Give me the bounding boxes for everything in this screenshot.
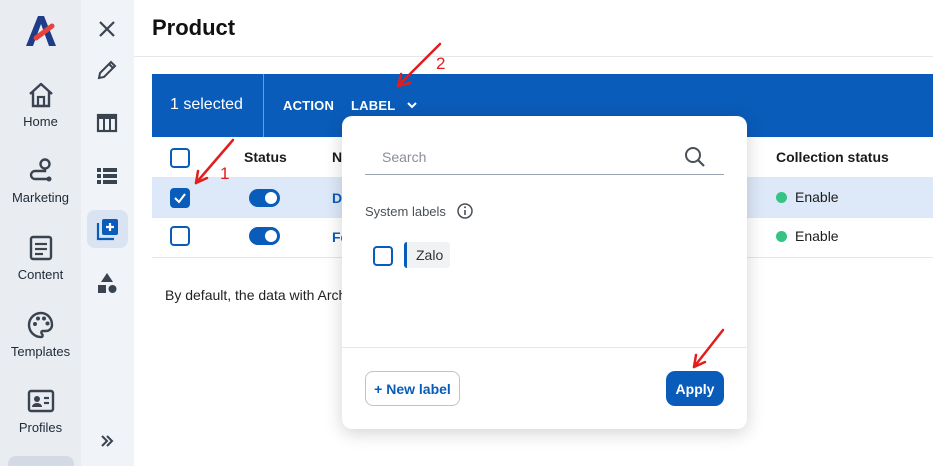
status-dot-icon [776, 192, 787, 203]
route-icon [29, 158, 51, 182]
select-all-checkbox[interactable] [170, 148, 190, 168]
chevron-down-icon[interactable] [405, 98, 419, 112]
table-icon [96, 113, 118, 133]
label-popover: System labels Zalo + New label Apply [342, 116, 747, 429]
nav-home[interactable]: Home [0, 80, 81, 129]
list-icon [97, 168, 117, 184]
add-collection-button[interactable] [87, 210, 128, 248]
nav-profiles-label: Profiles [18, 420, 63, 435]
header-name: N [332, 149, 343, 165]
tool-sidebar [81, 0, 134, 466]
header-collection-status: Collection status [776, 149, 889, 165]
close-icon [99, 21, 115, 37]
nav-templates-label: Templates [10, 344, 71, 359]
shapes-button[interactable] [94, 270, 120, 296]
nav-content-label: Content [17, 267, 64, 282]
info-icon[interactable] [456, 202, 474, 220]
annotation-label-2: 2 [436, 54, 446, 73]
new-label-button[interactable]: + New label [365, 371, 460, 406]
action-bar-divider [263, 74, 264, 137]
label-menu-button[interactable]: LABEL [351, 98, 395, 113]
collection-status: Enable [795, 228, 839, 244]
pencil-icon [97, 60, 117, 80]
nav-home-label: Home [23, 114, 58, 129]
edit-button[interactable] [94, 57, 120, 83]
selected-count: 1 selected [170, 96, 243, 113]
action-menu-button[interactable]: ACTION [283, 98, 334, 113]
expand-button[interactable] [94, 428, 120, 454]
left-nav: Home Marketing Content Templates Profile… [0, 0, 81, 466]
search-icon[interactable] [684, 146, 706, 168]
checkmark-icon [174, 193, 186, 204]
nav-item-more[interactable] [8, 456, 74, 466]
apply-button[interactable]: Apply [666, 371, 724, 406]
popover-divider [342, 347, 747, 348]
nav-profiles[interactable]: Profiles [0, 386, 81, 435]
status-toggle[interactable] [249, 227, 280, 245]
row-checkbox[interactable] [170, 188, 190, 208]
annotation-label-1: 1 [220, 164, 230, 183]
palette-icon [27, 311, 53, 339]
nav-templates[interactable]: Templates [0, 310, 81, 359]
double-chevron-right-icon [101, 435, 114, 447]
table-view-button[interactable] [94, 110, 120, 136]
home-icon [28, 82, 53, 108]
info-note: By default, the data with Arch [165, 287, 345, 303]
status-dot-icon [776, 231, 787, 242]
app-logo[interactable] [22, 12, 60, 50]
nav-marketing[interactable]: Marketing [0, 156, 81, 205]
label-checkbox[interactable] [373, 246, 393, 266]
nav-content[interactable]: Content [0, 233, 81, 282]
row-checkbox[interactable] [170, 226, 190, 246]
collection-status: Enable [795, 189, 839, 205]
list-view-button[interactable] [94, 163, 120, 189]
document-icon [29, 235, 52, 261]
label-search [365, 142, 724, 175]
system-labels-heading: System labels [365, 204, 446, 219]
page-title: Product [152, 15, 236, 40]
shapes-icon [98, 273, 117, 293]
nav-marketing-label: Marketing [11, 190, 70, 205]
title-divider [134, 56, 933, 57]
label-search-input[interactable] [365, 146, 665, 168]
id-card-icon [27, 389, 54, 413]
label-chip: Zalo [404, 242, 451, 268]
header-status: Status [244, 149, 287, 165]
status-toggle[interactable] [249, 189, 280, 207]
close-button[interactable] [94, 16, 120, 42]
add-library-icon [96, 219, 118, 241]
